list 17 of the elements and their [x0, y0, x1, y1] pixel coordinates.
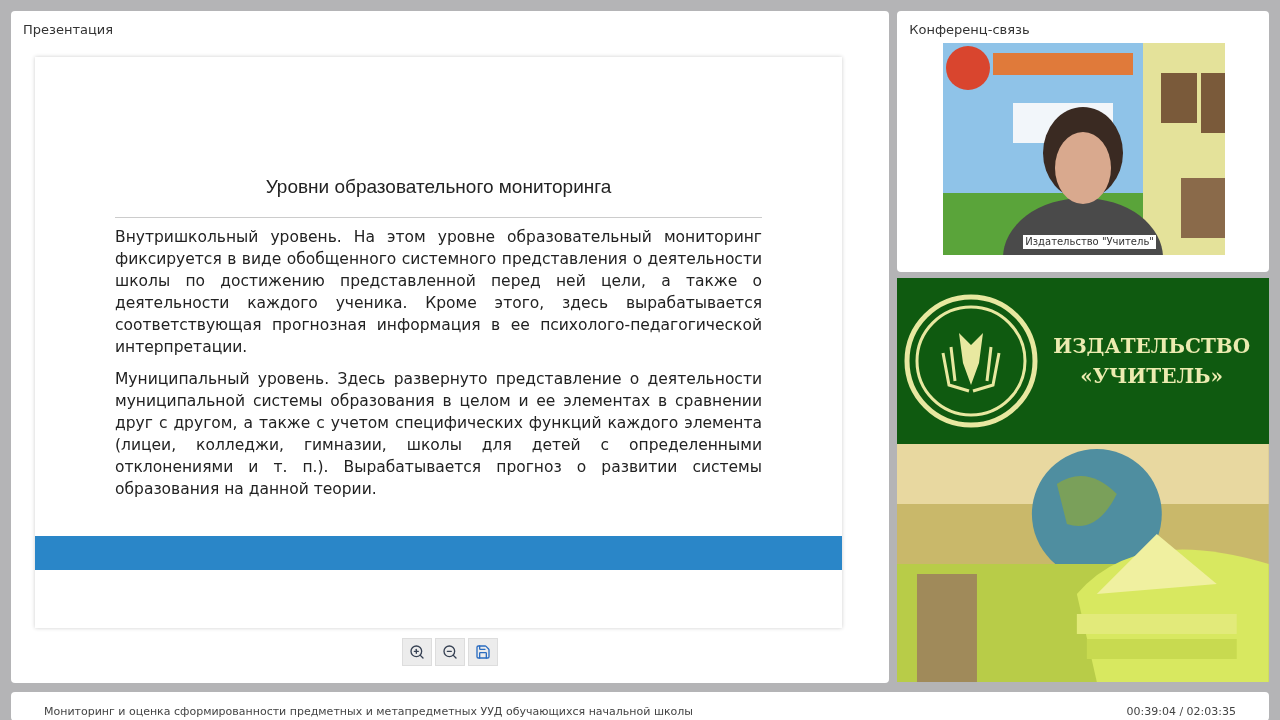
save-button[interactable] — [468, 638, 499, 666]
slide-heading: Уровни образовательного мониторинга — [264, 175, 613, 199]
publisher-name: ИЗДАТЕЛЬСТВО — [1053, 333, 1251, 360]
zoom-in-button[interactable] — [402, 638, 433, 666]
course-title: Мониторинг и оценка сформированности предметных и метапредметных УУД обучающихся начальной школы — [44, 704, 694, 720]
publisher-logo-icon — [903, 293, 1040, 429]
zoom-in-icon — [409, 644, 426, 660]
panel-title: Конференц-связь — [909, 21, 1031, 39]
zoom-out-icon — [442, 644, 459, 660]
video-caption: Издательство "Учитель" — [1023, 235, 1156, 249]
zoom-out-button[interactable] — [435, 638, 466, 666]
playback-time: 00:39:04 / 02:03:35 — [1126, 704, 1236, 720]
save-icon — [475, 644, 492, 660]
slide-paragraph: Муниципальный уровень. Здесь развернуто представление о деятельности муниципальной системы образования в целом и ее элементах в сравнении друг с другом, а также с учетом специфических функций каждого элемента (лицеи, колледжи, гимназии, школы для детей с определенными отклонениями и т. п.). Вырабатывается прогноз о развитии системы образования на данной теории. — [115, 369, 762, 500]
slide-paragraph: Внутришкольный уровень. На этом уровне образовательный мониторинг фиксируется в виде обобщенного системного представления о деятельности школы по достижению представленной перед ней цели, а также о деятельности каждого ученика. Кроме этого, здесь вырабатывается соответствующая прогнозная информация в ее психолого-педагогической интерпретации. — [115, 227, 762, 358]
panel-title: Презентация — [22, 21, 115, 39]
publisher-name: «УЧИТЕЛЬ» — [1080, 363, 1224, 390]
